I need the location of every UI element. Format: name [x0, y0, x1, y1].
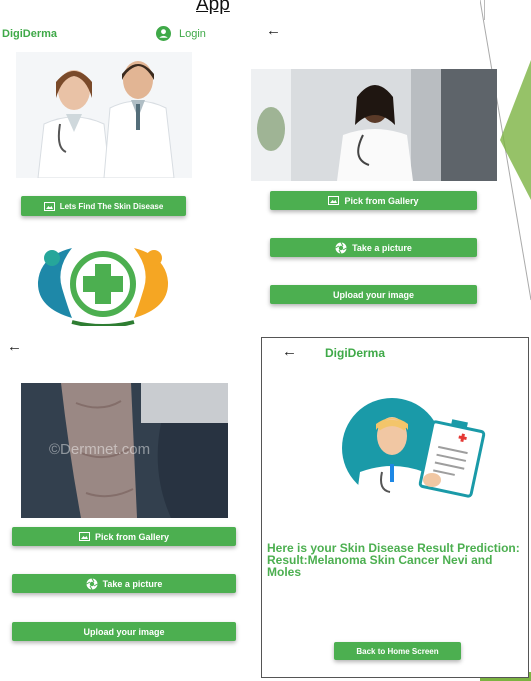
upload-image-label: Upload your image: [83, 626, 165, 637]
brand-title: DigiDerma: [325, 346, 386, 360]
upload-image-button[interactable]: Upload your image: [270, 285, 477, 304]
pick-gallery-button[interactable]: Pick from Gallery: [270, 191, 477, 210]
watermark-text: ©Dermnet.com: [49, 441, 151, 458]
screen-result: ← DigiDerma Here is your Skin Disease Re…: [261, 337, 529, 678]
doctors-image: [16, 52, 192, 178]
image-icon: [43, 201, 55, 211]
upload-image-button[interactable]: Upload your image: [12, 622, 236, 641]
image-icon: [78, 532, 90, 541]
login-button[interactable]: Login: [156, 26, 206, 41]
brand-title: DigiDerma: [2, 28, 58, 40]
pick-gallery-button[interactable]: Pick from Gallery: [12, 527, 236, 546]
skin-photo: ©Dermnet.com: [21, 383, 228, 518]
doctor-clipboard-illustration: [342, 398, 486, 502]
pick-gallery-label: Pick from Gallery: [94, 531, 170, 542]
login-label: Login: [179, 27, 206, 40]
camera-shutter-icon: [85, 577, 98, 590]
result-text: Here is your Skin Disease Result Predict…: [267, 541, 520, 579]
back-home-button[interactable]: Back to Home Screen: [334, 642, 461, 660]
take-picture-button[interactable]: Take a picture: [12, 574, 236, 593]
find-button-label: Lets Find The Skin Disease: [59, 201, 164, 211]
app-logo-icon: [37, 248, 169, 326]
back-home-label: Back to Home Screen: [356, 646, 439, 656]
upload-image-label: Upload your image: [332, 289, 414, 300]
back-arrow-icon[interactable]: ←: [7, 338, 22, 355]
back-arrow-icon[interactable]: ←: [282, 343, 297, 360]
doctor-photo: [251, 69, 497, 181]
image-icon: [328, 196, 340, 205]
take-picture-label: Take a picture: [352, 242, 412, 253]
slide-title: App: [196, 0, 230, 15]
take-picture-button[interactable]: Take a picture: [270, 238, 477, 257]
take-picture-label: Take a picture: [102, 578, 163, 589]
pick-gallery-label: Pick from Gallery: [344, 195, 419, 206]
account-icon: [156, 26, 171, 41]
back-arrow-icon[interactable]: ←: [266, 22, 281, 39]
camera-shutter-icon: [335, 241, 347, 254]
find-skin-disease-button[interactable]: Lets Find The Skin Disease: [21, 196, 186, 216]
